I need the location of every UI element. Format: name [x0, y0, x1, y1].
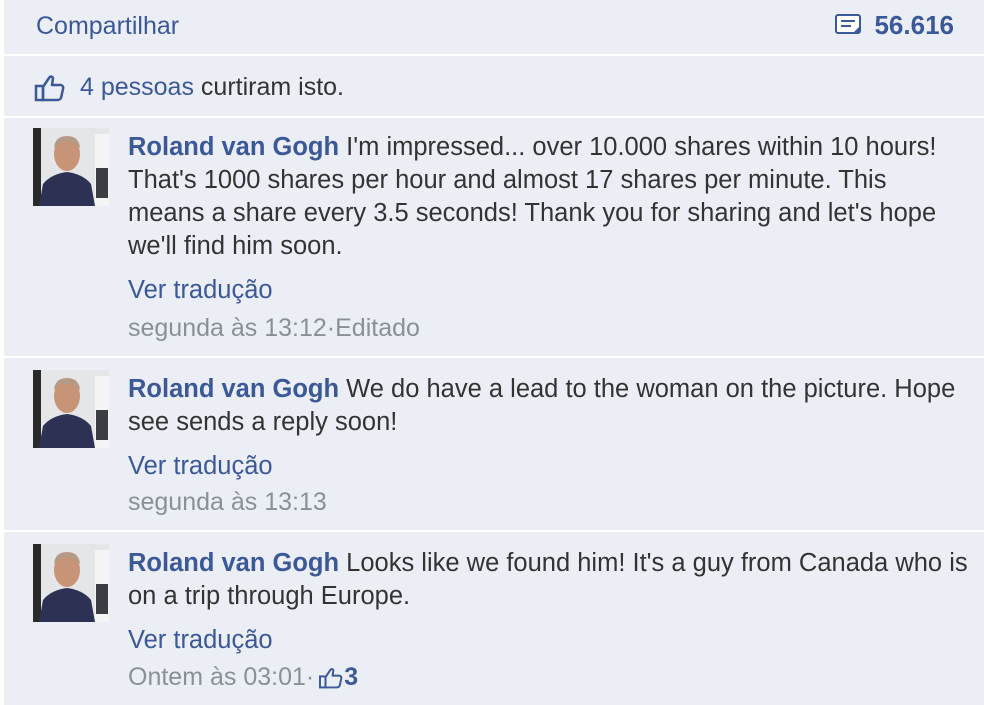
comment-timestamp[interactable]: Ontem às 03:01 — [128, 663, 306, 692]
share-count[interactable]: 56.616 — [834, 10, 954, 41]
comment-meta: Ontem às 03:01 · 3 — [128, 663, 358, 692]
likes-text: 4 pessoas curtiram isto. — [80, 73, 344, 102]
share-count-value: 56.616 — [874, 10, 954, 40]
comment-author[interactable]: Roland van Gogh — [128, 549, 339, 577]
comment-timestamp[interactable]: segunda às 13:12 — [128, 314, 327, 343]
comment-timestamp[interactable]: segunda às 13:13 — [128, 488, 327, 517]
comment-meta: segunda às 13:12 · Editado — [128, 314, 420, 343]
meta-separator: · — [305, 663, 315, 691]
comment-item: Roland van Gogh We do have a lead to the… — [4, 358, 984, 530]
comment-like-count: 3 — [344, 663, 359, 691]
thumbs-up-icon — [319, 667, 343, 688]
comment-author[interactable]: Roland van Gogh — [128, 375, 339, 403]
comment-body: Roland van Gogh Looks like we found him!… — [128, 547, 968, 613]
comments-panel: Compartilhar 56.616 4 pessoas curtiram i… — [4, 0, 984, 705]
likers-link[interactable]: 4 pessoas — [80, 73, 194, 101]
comment-likes[interactable]: 3 — [318, 663, 358, 692]
comment-item: Roland van Gogh Looks like we found him!… — [4, 532, 984, 705]
share-bar: Compartilhar 56.616 — [4, 0, 984, 54]
comment-body: Roland van Gogh I'm impressed... over 10… — [128, 131, 968, 263]
avatar[interactable] — [33, 128, 109, 206]
see-translation-link[interactable]: Ver tradução — [128, 276, 273, 305]
avatar[interactable] — [33, 544, 109, 622]
see-translation-link[interactable]: Ver tradução — [128, 626, 273, 655]
meta-separator: · — [326, 314, 336, 342]
comment-bubble-icon — [835, 13, 862, 34]
avatar[interactable] — [33, 370, 109, 448]
comment-author[interactable]: Roland van Gogh — [128, 133, 339, 161]
comment-item: Roland van Gogh I'm impressed... over 10… — [4, 118, 984, 356]
comment-meta: segunda às 13:13 — [128, 488, 327, 517]
thumbs-up-icon — [34, 75, 65, 102]
share-link[interactable]: Compartilhar — [36, 12, 179, 41]
comment-body: Roland van Gogh We do have a lead to the… — [128, 373, 968, 439]
edited-label[interactable]: Editado — [335, 314, 420, 343]
see-translation-link[interactable]: Ver tradução — [128, 452, 273, 481]
likes-suffix: curtiram isto. — [193, 73, 344, 101]
likes-summary: 4 pessoas curtiram isto. — [4, 56, 984, 116]
